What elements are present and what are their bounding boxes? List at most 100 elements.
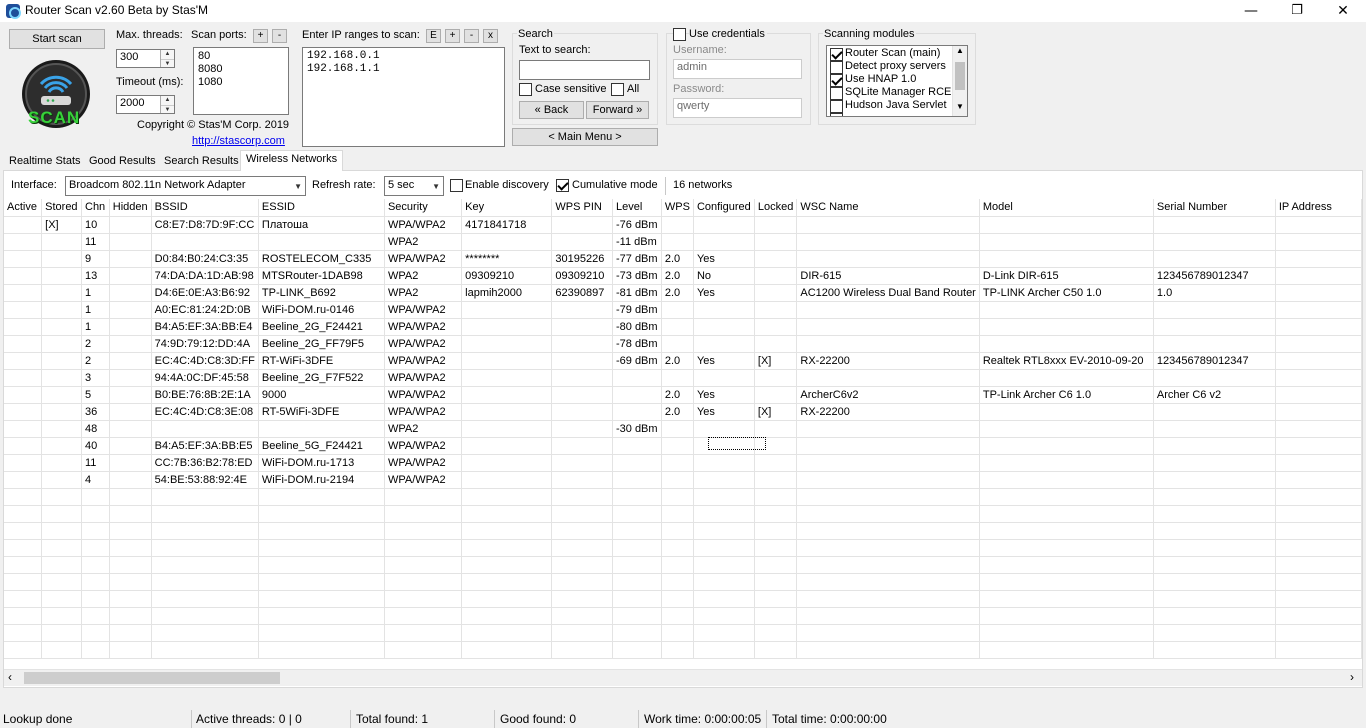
table-cell[interactable] bbox=[41, 284, 82, 302]
table-cell[interactable]: RX-22200 bbox=[796, 403, 980, 421]
table-cell[interactable] bbox=[661, 420, 694, 438]
module-checkbox-sqlite[interactable] bbox=[830, 87, 843, 100]
scroll-down-icon[interactable]: ▼ bbox=[956, 102, 964, 111]
table-cell[interactable] bbox=[551, 454, 613, 472]
table-cell[interactable]: WPA/WPA2 bbox=[384, 386, 463, 404]
table-cell[interactable] bbox=[41, 386, 82, 404]
table-cell[interactable] bbox=[109, 335, 152, 353]
table-cell[interactable] bbox=[661, 454, 694, 472]
table-cell[interactable]: -77 dBm bbox=[612, 250, 662, 268]
table-cell[interactable] bbox=[612, 437, 662, 455]
table-cell[interactable] bbox=[1275, 386, 1362, 404]
table-row[interactable]: 36 EC:4C:4D:C8:3E:08 RT-5WiFi-3DFE WPA/WPA2… bbox=[4, 403, 1362, 421]
table-cell[interactable] bbox=[109, 454, 152, 472]
table-cell[interactable]: Yes bbox=[693, 403, 755, 421]
table-cell[interactable]: 2.0 bbox=[661, 403, 694, 421]
module-checkbox-hudson[interactable] bbox=[830, 100, 843, 113]
table-cell[interactable]: Beeline_2G_FF79F5 bbox=[258, 335, 385, 353]
add-port-button[interactable]: + bbox=[253, 29, 268, 43]
table-cell[interactable] bbox=[612, 386, 662, 404]
module-checkbox-proxy[interactable] bbox=[830, 61, 843, 74]
table-cell[interactable] bbox=[661, 216, 694, 234]
table-cell[interactable] bbox=[551, 352, 613, 370]
table-cell[interactable] bbox=[1153, 301, 1276, 319]
table-cell[interactable]: 40 bbox=[81, 437, 110, 455]
modules-scroll-thumb[interactable] bbox=[955, 62, 965, 90]
table-cell[interactable] bbox=[661, 233, 694, 251]
search-text-input[interactable] bbox=[519, 60, 650, 80]
table-cell[interactable] bbox=[979, 250, 1154, 268]
table-cell[interactable] bbox=[796, 471, 980, 489]
ports-list[interactable]: 80 8080 1080 bbox=[193, 47, 289, 115]
table-cell[interactable] bbox=[1153, 318, 1276, 336]
table-cell[interactable] bbox=[754, 386, 798, 404]
table-cell[interactable]: RT-5WiFi-3DFE bbox=[258, 403, 385, 421]
table-cell[interactable] bbox=[1275, 250, 1362, 268]
table-cell[interactable]: EC:4C:4D:C8:3E:08 bbox=[151, 403, 259, 421]
table-cell[interactable] bbox=[796, 420, 980, 438]
table-cell[interactable] bbox=[754, 335, 798, 353]
table-cell[interactable]: 11 bbox=[81, 233, 110, 251]
table-cell[interactable] bbox=[41, 403, 82, 421]
table-cell[interactable]: WiFi-DOM.ru-0146 bbox=[258, 301, 385, 319]
table-cell[interactable] bbox=[4, 403, 43, 421]
use-credentials-checkbox[interactable] bbox=[673, 28, 686, 41]
ip-range-item[interactable]: 192.168.0.1 bbox=[307, 50, 500, 63]
table-cell[interactable]: 2 bbox=[81, 335, 110, 353]
table-cell[interactable] bbox=[551, 369, 613, 387]
column-header[interactable]: WPS bbox=[661, 199, 694, 217]
scroll-right-icon[interactable]: › bbox=[1350, 670, 1354, 684]
table-cell[interactable] bbox=[979, 301, 1154, 319]
table-cell[interactable]: WPA/WPA2 bbox=[384, 301, 463, 319]
table-cell[interactable] bbox=[754, 216, 798, 234]
table-cell[interactable] bbox=[4, 437, 43, 455]
table-cell[interactable] bbox=[41, 437, 82, 455]
table-cell[interactable]: 9 bbox=[81, 250, 110, 268]
table-cell[interactable]: 2.0 bbox=[661, 386, 694, 404]
table-cell[interactable] bbox=[661, 335, 694, 353]
column-header[interactable]: BSSID bbox=[151, 199, 259, 217]
table-cell[interactable]: TP-Link Archer C6 1.0 bbox=[979, 386, 1154, 404]
table-row[interactable]: 40 B4:A5:EF:3A:BB:E5 Beeline_5G_F24421 WPA/… bbox=[4, 437, 1362, 455]
table-cell[interactable]: TP-LINK Archer C50 1.0 bbox=[979, 284, 1154, 302]
table-cell[interactable]: 09309210 bbox=[461, 267, 553, 285]
table-cell[interactable]: -69 dBm bbox=[612, 352, 662, 370]
wireless-networks-table[interactable]: Active Stored Chn Hidden BSSID ESSID Security K… bbox=[4, 199, 1362, 669]
modules-list[interactable]: Router Scan (main) Detect proxy servers … bbox=[826, 45, 968, 117]
remove-range-button[interactable]: - bbox=[464, 29, 479, 43]
table-cell[interactable] bbox=[258, 420, 385, 438]
table-cell[interactable] bbox=[41, 233, 82, 251]
port-item[interactable]: 1080 bbox=[198, 76, 284, 89]
table-cell[interactable] bbox=[754, 471, 798, 489]
table-cell[interactable] bbox=[551, 403, 613, 421]
table-cell[interactable]: WPA/WPA2 bbox=[384, 471, 463, 489]
table-cell[interactable] bbox=[4, 318, 43, 336]
table-cell[interactable] bbox=[109, 420, 152, 438]
table-cell[interactable] bbox=[796, 437, 980, 455]
table-cell[interactable]: Archer C6 v2 bbox=[1153, 386, 1276, 404]
timeout-input[interactable]: 2000 ▲ ▼ bbox=[116, 95, 175, 114]
table-cell[interactable]: [X] bbox=[754, 352, 798, 370]
table-cell[interactable] bbox=[109, 284, 152, 302]
table-cell[interactable] bbox=[41, 454, 82, 472]
table-cell[interactable] bbox=[1275, 318, 1362, 336]
table-cell[interactable] bbox=[693, 216, 755, 234]
clear-ranges-button[interactable]: x bbox=[483, 29, 498, 43]
refresh-rate-select[interactable]: 5 sec ▼ bbox=[384, 176, 444, 196]
table-cell[interactable] bbox=[1153, 233, 1276, 251]
table-cell[interactable]: 30195226 bbox=[551, 250, 613, 268]
table-cell[interactable] bbox=[41, 267, 82, 285]
table-cell[interactable]: WPA/WPA2 bbox=[384, 403, 463, 421]
table-cell[interactable] bbox=[796, 318, 980, 336]
table-cell[interactable] bbox=[661, 369, 694, 387]
module-checkbox-next[interactable] bbox=[830, 113, 843, 116]
ip-range-item[interactable]: 192.168.1.1 bbox=[307, 63, 500, 76]
table-cell[interactable]: TP-LINK_B692 bbox=[258, 284, 385, 302]
table-cell[interactable] bbox=[461, 352, 553, 370]
table-cell[interactable] bbox=[1153, 403, 1276, 421]
table-cell[interactable]: B4:A5:EF:3A:BB:E4 bbox=[151, 318, 259, 336]
table-cell[interactable] bbox=[461, 471, 553, 489]
table-cell[interactable] bbox=[461, 403, 553, 421]
table-cell[interactable] bbox=[693, 335, 755, 353]
table-cell[interactable] bbox=[754, 267, 798, 285]
